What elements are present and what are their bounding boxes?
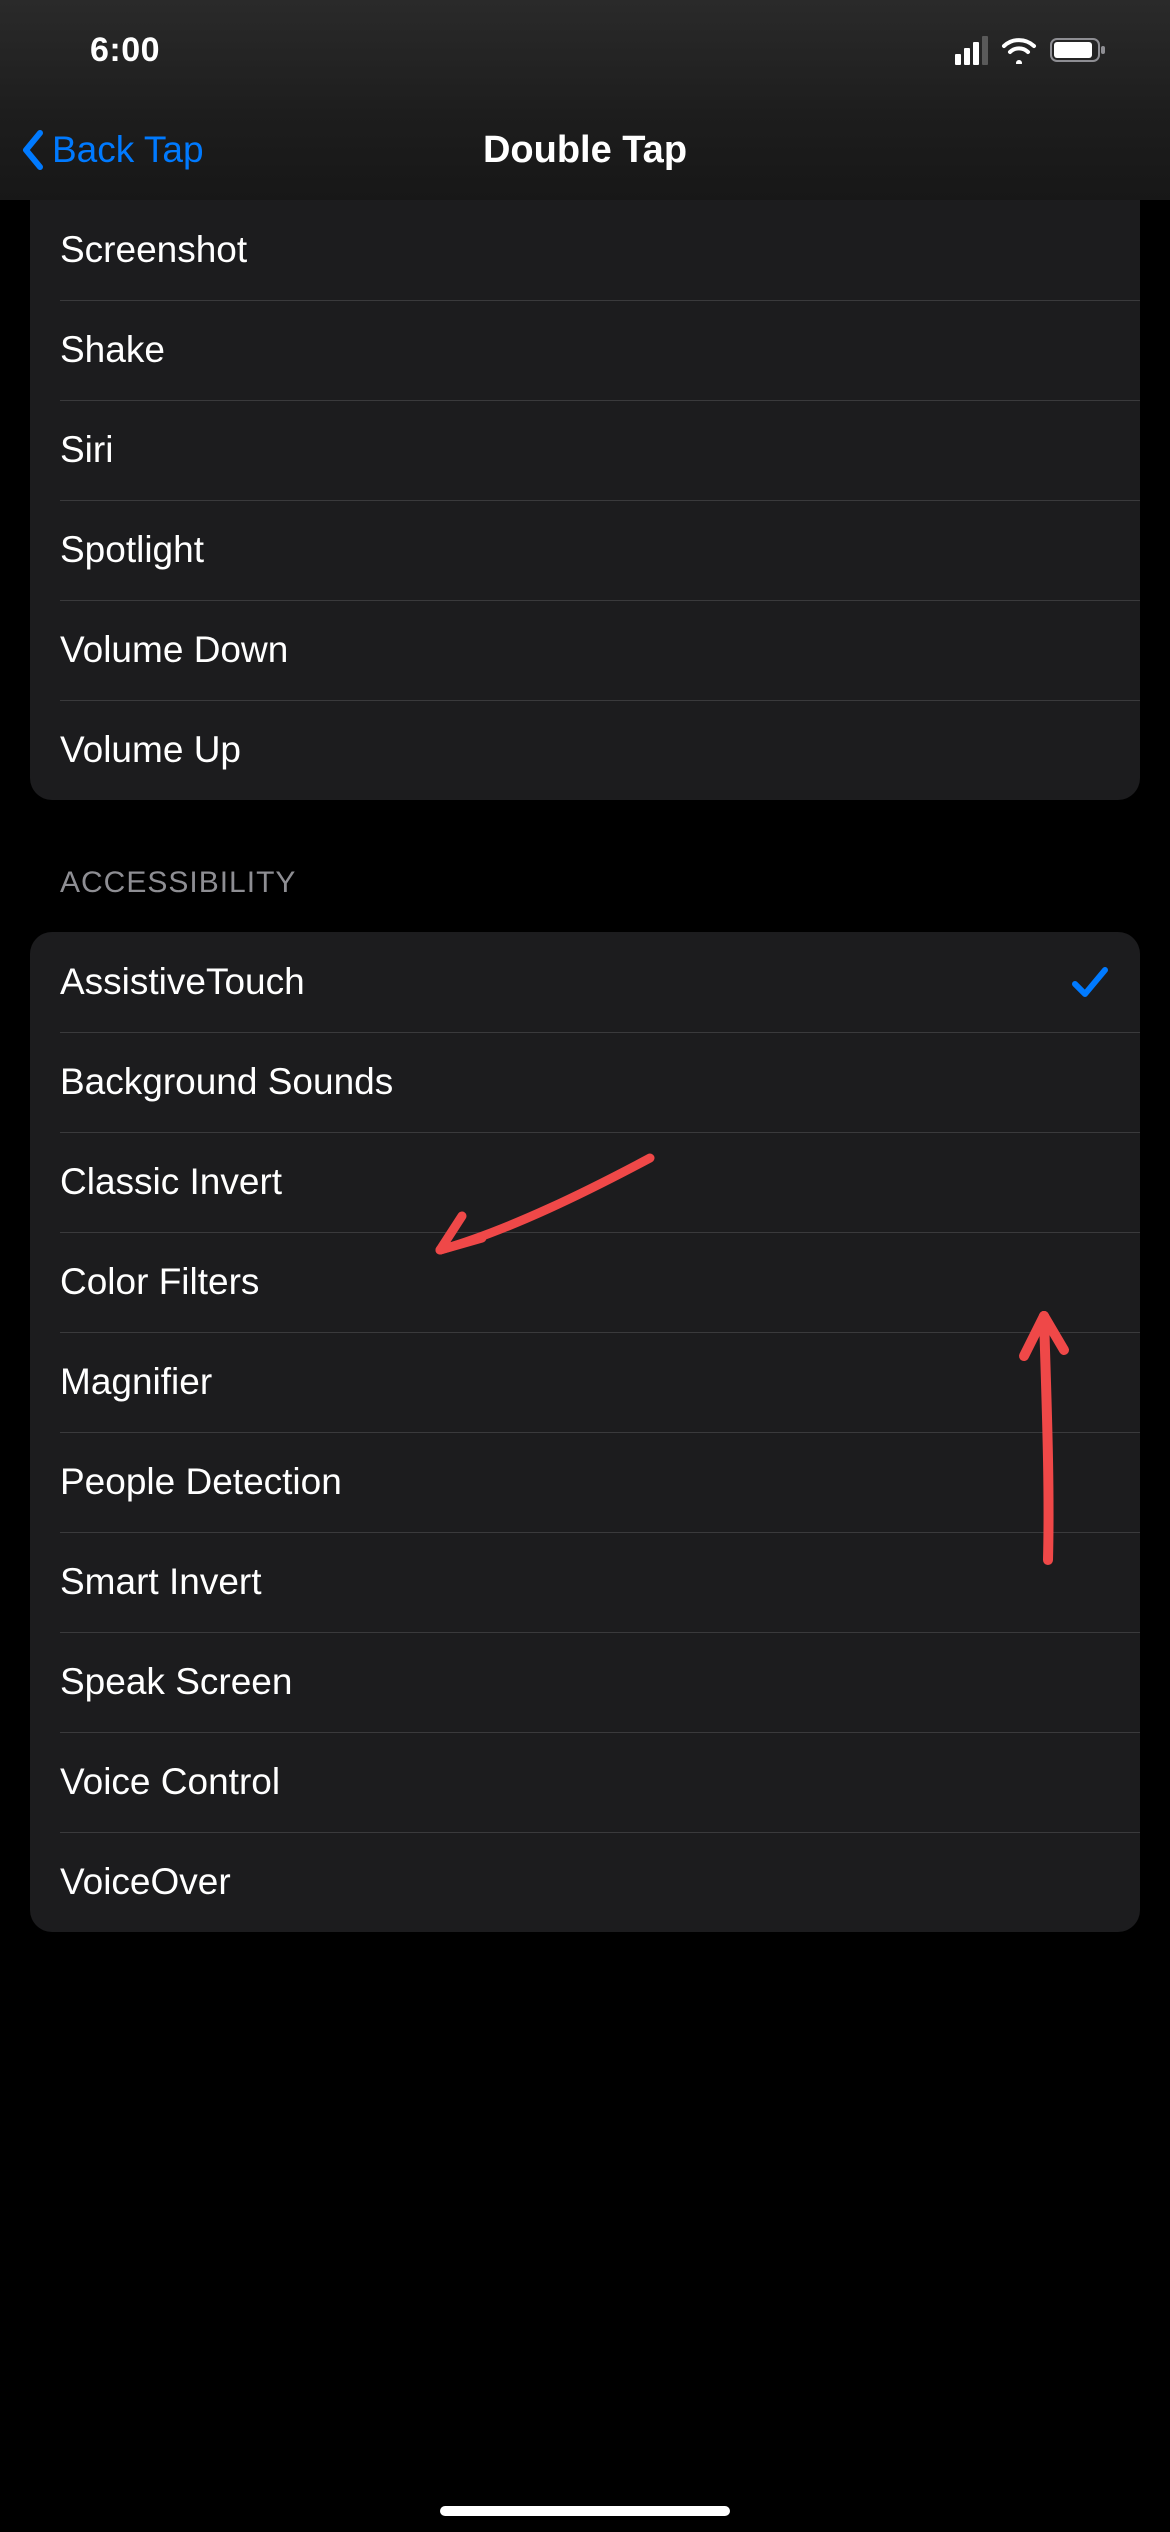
- row-voiceover[interactable]: VoiceOver: [30, 1832, 1140, 1932]
- row-label: Smart Invert: [60, 1561, 262, 1603]
- row-label: Background Sounds: [60, 1061, 393, 1103]
- row-magnifier[interactable]: Magnifier: [30, 1332, 1140, 1432]
- row-assistivetouch[interactable]: AssistiveTouch: [30, 932, 1140, 1032]
- chevron-left-icon: [20, 129, 46, 171]
- row-label: VoiceOver: [60, 1861, 231, 1903]
- row-label: People Detection: [60, 1461, 342, 1503]
- status-time: 6:00: [90, 31, 160, 70]
- row-classic-invert[interactable]: Classic Invert: [30, 1132, 1140, 1232]
- row-shake[interactable]: Shake: [30, 300, 1140, 400]
- page-title: Double Tap: [483, 129, 687, 172]
- back-label: Back Tap: [52, 129, 204, 171]
- row-color-filters[interactable]: Color Filters: [30, 1232, 1140, 1332]
- row-volume-up[interactable]: Volume Up: [30, 700, 1140, 800]
- home-indicator[interactable]: [440, 2506, 730, 2516]
- row-label: Color Filters: [60, 1261, 259, 1303]
- row-background-sounds[interactable]: Background Sounds: [30, 1032, 1140, 1132]
- row-label: Shake: [60, 329, 165, 371]
- row-label: Siri: [60, 429, 113, 471]
- row-siri[interactable]: Siri: [30, 400, 1140, 500]
- status-bar: 6:00: [0, 0, 1170, 100]
- status-indicators: [955, 36, 1110, 65]
- row-label: Classic Invert: [60, 1161, 282, 1203]
- row-volume-down[interactable]: Volume Down: [30, 600, 1140, 700]
- checkmark-icon: [1070, 964, 1110, 1000]
- list-group-accessibility: AssistiveTouch Background Sounds Classic…: [30, 932, 1140, 1932]
- row-smart-invert[interactable]: Smart Invert: [30, 1532, 1140, 1632]
- wifi-icon: [1000, 36, 1038, 64]
- row-label: AssistiveTouch: [60, 961, 305, 1003]
- cellular-icon: [955, 36, 988, 65]
- row-label: Screenshot: [60, 229, 247, 271]
- row-label: Voice Control: [60, 1761, 280, 1803]
- list-group-system: Screenshot Shake Siri Spotlight Volume D…: [30, 200, 1140, 800]
- back-button[interactable]: Back Tap: [20, 129, 204, 171]
- row-label: Speak Screen: [60, 1661, 292, 1703]
- row-label: Magnifier: [60, 1361, 212, 1403]
- row-voice-control[interactable]: Voice Control: [30, 1732, 1140, 1832]
- row-label: Spotlight: [60, 529, 204, 571]
- row-speak-screen[interactable]: Speak Screen: [30, 1632, 1140, 1732]
- row-spotlight[interactable]: Spotlight: [30, 500, 1140, 600]
- section-header-accessibility: ACCESSIBILITY: [30, 800, 1140, 914]
- battery-icon: [1050, 36, 1110, 64]
- nav-bar: Back Tap Double Tap: [0, 100, 1170, 200]
- row-people-detection[interactable]: People Detection: [30, 1432, 1140, 1532]
- row-screenshot[interactable]: Screenshot: [30, 200, 1140, 300]
- row-label: Volume Down: [60, 629, 288, 671]
- row-label: Volume Up: [60, 729, 241, 771]
- content: Screenshot Shake Siri Spotlight Volume D…: [0, 200, 1170, 1932]
